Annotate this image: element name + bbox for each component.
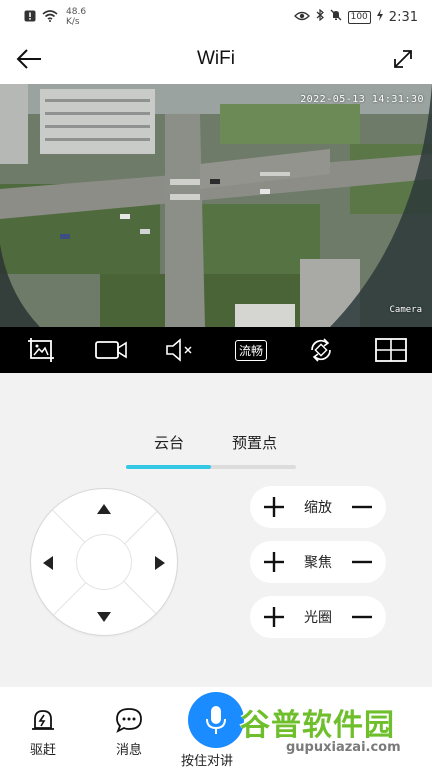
status-left: 48.6 K/s: [24, 7, 86, 27]
microphone-icon: [188, 692, 244, 748]
grid-layout-icon: [375, 338, 407, 362]
zoom-in-button[interactable]: [262, 495, 286, 519]
page-title: WiFi: [197, 48, 235, 69]
plus-icon: [264, 607, 284, 627]
fullscreen-button[interactable]: [390, 46, 416, 72]
status-bar: 48.6 K/s 100 2:31: [0, 0, 432, 34]
pan-left-button[interactable]: [31, 546, 65, 580]
iris-control: 光圈: [250, 596, 386, 638]
network-speed: 48.6 K/s: [66, 7, 86, 27]
iris-label: 光圈: [304, 610, 332, 626]
status-right: 100 2:31: [293, 8, 418, 25]
camera-scene-image: [0, 84, 432, 327]
alert-icon: [24, 10, 36, 25]
message-button[interactable]: 消息: [99, 705, 159, 758]
chat-bubble-icon: [99, 705, 159, 735]
zoom-out-button[interactable]: [350, 495, 374, 519]
zoom-label: 缩放: [304, 500, 332, 516]
eye-icon: [293, 10, 310, 25]
layout-button[interactable]: [371, 332, 411, 368]
app-header: WiFi: [0, 34, 432, 84]
network-speed-unit: K/s: [66, 17, 80, 27]
live-video-feed[interactable]: 2022-05-13 14:31:30 Camera: [0, 84, 432, 327]
wifi-status-icon: [42, 9, 58, 25]
mute-bell-icon: [330, 9, 342, 25]
plus-icon: [264, 497, 284, 517]
tab-active-indicator: [126, 465, 211, 469]
focus-control: 聚焦: [250, 541, 386, 583]
rotate-icon: [311, 338, 331, 362]
fluency-button[interactable]: 流畅: [231, 332, 271, 368]
back-button[interactable]: [14, 44, 44, 74]
focus-label: 聚焦: [304, 555, 332, 571]
triangle-right-icon: [155, 556, 165, 570]
screenshot-button[interactable]: [21, 332, 61, 368]
tab-ptz[interactable]: 云台: [154, 432, 184, 453]
video-timestamp: 2022-05-13 14:31:30: [300, 94, 424, 105]
expel-label: 驱赶: [29, 743, 56, 758]
ptz-direction-pad: [30, 488, 178, 636]
minus-icon: [352, 505, 372, 509]
network-speed-value: 48.6: [66, 7, 87, 17]
video-toolbar: 流畅: [0, 327, 432, 373]
bluetooth-icon: [316, 8, 324, 25]
mute-button[interactable]: [161, 332, 201, 368]
ptz-tabs: 云台 预置点: [126, 432, 296, 470]
focus-out-button[interactable]: [350, 550, 374, 574]
focus-in-button[interactable]: [262, 550, 286, 574]
fluency-badge: 流畅: [234, 339, 267, 361]
iris-open-button[interactable]: [262, 605, 286, 629]
zoom-control: 缩放: [250, 486, 386, 528]
dpad-center[interactable]: [76, 534, 132, 590]
clock-time: 2:31: [388, 9, 418, 25]
mute-icon: [166, 338, 192, 362]
triangle-left-icon: [43, 556, 53, 570]
record-video-icon: [95, 341, 127, 359]
expand-icon: [394, 50, 412, 68]
pan-right-button[interactable]: [143, 546, 177, 580]
minus-icon: [352, 615, 372, 619]
message-label: 消息: [115, 743, 142, 758]
crop-icon: [28, 338, 54, 362]
triangle-up-icon: [97, 504, 111, 514]
triangle-down-icon: [97, 612, 111, 622]
record-button[interactable]: [91, 332, 131, 368]
rotate-button[interactable]: [301, 332, 341, 368]
expel-button[interactable]: 驱赶: [13, 705, 73, 758]
pan-up-button[interactable]: [87, 492, 121, 526]
battery-indicator: 100: [347, 10, 371, 24]
push-to-talk-label: 按住对讲: [181, 754, 234, 768]
pan-down-button[interactable]: [87, 600, 121, 634]
camera-label: Camera: [389, 305, 422, 315]
plus-icon: [264, 552, 284, 572]
arrow-left-icon: [16, 49, 41, 69]
tab-preset[interactable]: 预置点: [232, 432, 277, 453]
charging-icon: [376, 9, 383, 25]
minus-icon: [352, 560, 372, 564]
alarm-icon: [13, 705, 73, 735]
iris-close-button[interactable]: [350, 605, 374, 629]
